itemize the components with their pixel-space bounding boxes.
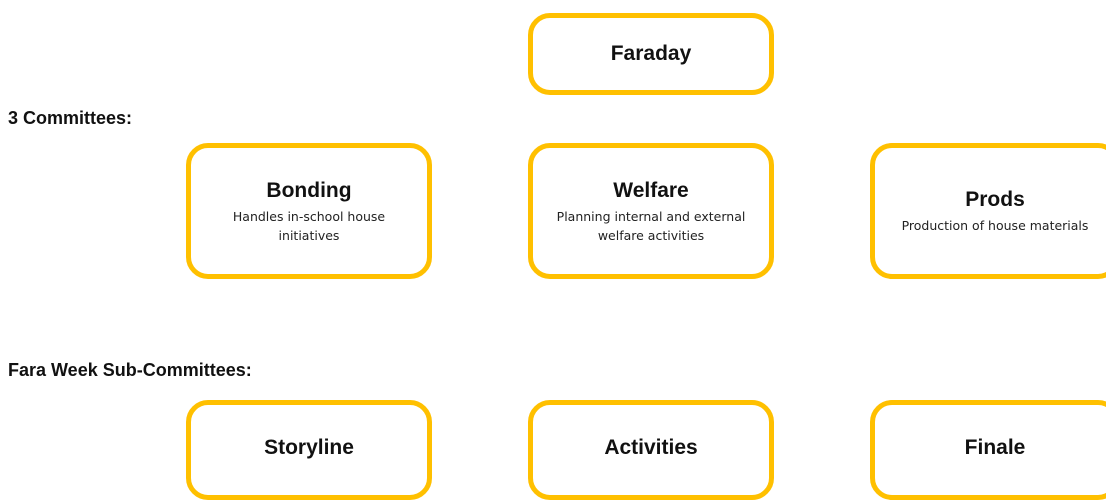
subcommittee-box-finale: Finale <box>870 400 1106 500</box>
subcommittees-section-label: Fara Week Sub-Committees: <box>8 360 252 380</box>
committee-title-bonding: Bonding <box>266 178 352 202</box>
subcommittee-title-activities: Activities <box>604 436 698 459</box>
committee-box-prods: Prods Production of house materials <box>870 143 1106 279</box>
committee-title-welfare: Welfare <box>613 178 689 202</box>
committees-section-label: 3 Committees: <box>8 108 133 128</box>
faraday-root-box: Faraday <box>528 13 774 95</box>
committee-description-bonding: Handles in-school house initiatives <box>232 208 386 243</box>
subcommittee-title-storyline: Storyline <box>264 436 354 459</box>
committee-box-bonding: Bonding Handles in-school house initiati… <box>186 143 432 279</box>
committee-title-prods: Prods <box>965 188 1025 211</box>
faraday-root-title: Faraday <box>610 42 692 65</box>
committee-description-welfare: Planning internal and external welfare a… <box>556 208 746 243</box>
committee-box-welfare: Welfare Planning internal and external w… <box>528 143 774 279</box>
subcommittee-box-storyline: Storyline <box>186 400 432 500</box>
subcommittee-box-activities: Activities <box>528 400 774 500</box>
committee-description-prods: Production of house materials <box>901 218 1089 233</box>
subcommittee-title-finale: Finale <box>964 436 1026 459</box>
